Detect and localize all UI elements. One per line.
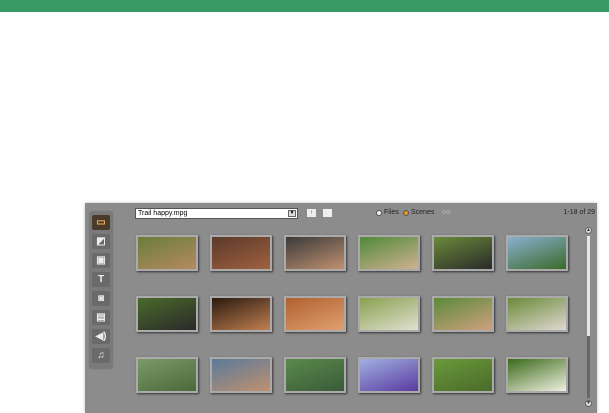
scene-thumbnail[interactable] <box>284 357 346 393</box>
file-dropdown[interactable]: Trail happy.mpg ▼ <box>135 208 298 219</box>
scene-thumbnail[interactable] <box>210 296 272 332</box>
scrollbar[interactable]: ▲ ▼ <box>585 227 592 407</box>
scene-thumbnail[interactable] <box>284 235 346 271</box>
view-icon[interactable]: ○○ <box>442 209 450 216</box>
scene-thumbnail[interactable] <box>432 235 494 271</box>
title-bar <box>0 0 609 12</box>
chevron-down-icon[interactable]: ▼ <box>288 210 296 217</box>
scroll-down-icon[interactable]: ▼ <box>585 400 592 407</box>
files-label: Files <box>384 209 399 216</box>
sound-icon[interactable]: ◀) <box>92 329 110 344</box>
scene-thumbnail[interactable] <box>506 296 568 332</box>
overlay-icon[interactable]: ▣ <box>92 253 110 268</box>
scroll-up-icon[interactable]: ▲ <box>585 227 592 234</box>
video-icon[interactable]: ▭ <box>92 215 110 230</box>
scene-thumbnail[interactable] <box>358 296 420 332</box>
scene-thumbnail[interactable] <box>136 357 198 393</box>
scene-thumbnail[interactable] <box>432 296 494 332</box>
item-count: 1-18 of 29 <box>563 209 595 216</box>
scene-thumbnail[interactable] <box>284 296 346 332</box>
transition-icon[interactable]: ◩ <box>92 234 110 249</box>
scene-thumbnail[interactable] <box>136 296 198 332</box>
scene-thumbnail[interactable] <box>210 357 272 393</box>
disc-menu-icon[interactable]: ▤ <box>92 310 110 325</box>
folder-up-icon[interactable]: ↑ <box>307 209 316 217</box>
scenes-label: Scenes <box>411 209 435 216</box>
title-icon[interactable]: T <box>92 272 110 287</box>
file-name: Trail happy.mpg <box>138 210 188 217</box>
scene-thumbnail[interactable] <box>358 357 420 393</box>
scene-thumbnail[interactable] <box>136 235 198 271</box>
scenes-radio[interactable]: Scenes <box>403 209 434 216</box>
files-radio[interactable]: Files <box>376 209 399 216</box>
library-sidebar: ▭ ◩ ▣ T ◙ ▤ ◀) ♫ <box>90 212 112 368</box>
library-panel: ▭ ◩ ▣ T ◙ ▤ ◀) ♫ Trail happy.mpg ▼ ↑ Files Scene… <box>85 203 597 413</box>
photo-icon[interactable]: ◙ <box>92 291 110 306</box>
scene-thumbnail[interactable] <box>358 235 420 271</box>
music-icon[interactable]: ♫ <box>92 348 110 363</box>
scene-thumbnail[interactable] <box>506 357 568 393</box>
folder-icon[interactable] <box>323 209 332 217</box>
scene-thumbnail[interactable] <box>432 357 494 393</box>
scene-thumbnail[interactable] <box>210 235 272 271</box>
scene-thumbnail[interactable] <box>506 235 568 271</box>
scroll-thumb[interactable] <box>587 236 590 336</box>
